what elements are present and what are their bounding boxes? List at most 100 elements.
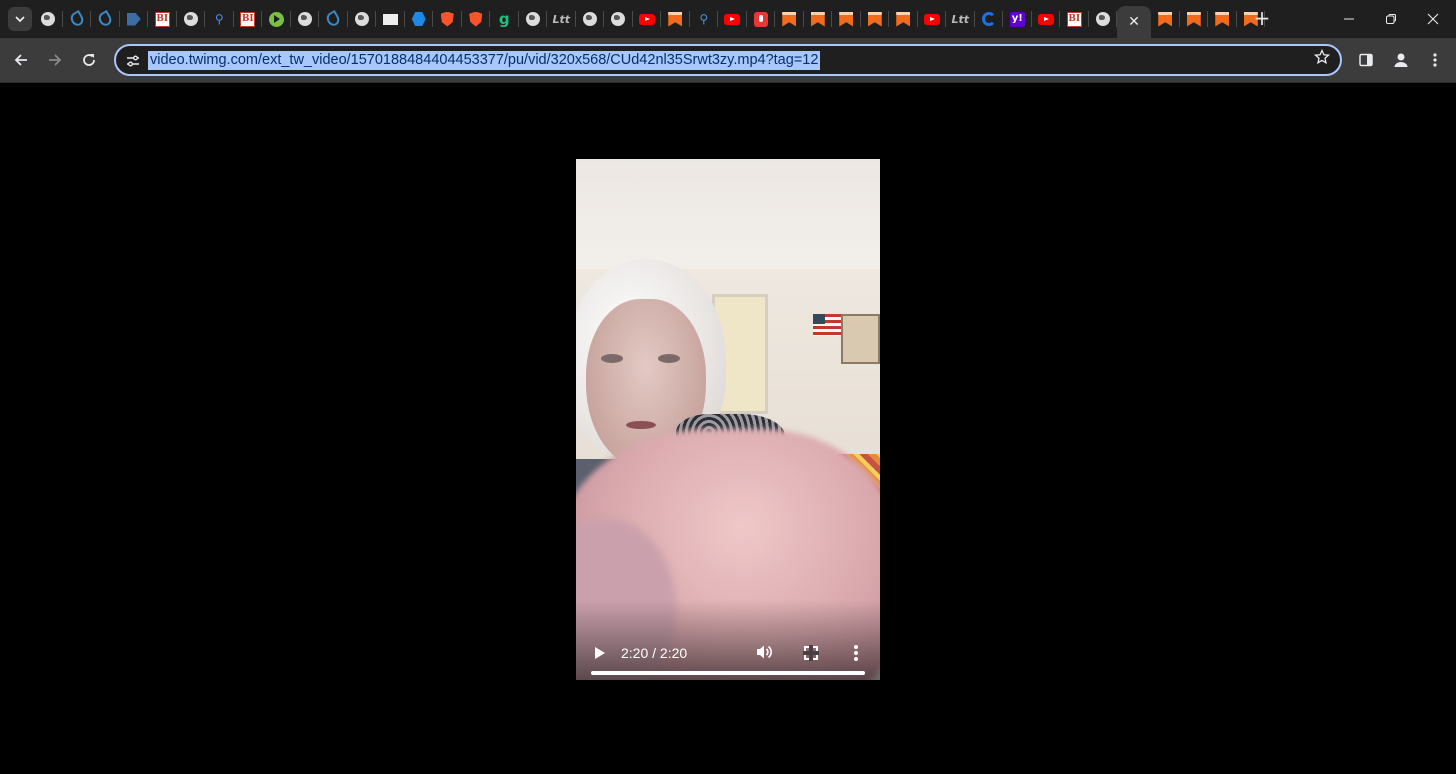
progress-bar[interactable] bbox=[591, 671, 865, 675]
yahoo-icon: y! bbox=[1009, 11, 1025, 27]
tab[interactable]: Ltt bbox=[547, 0, 576, 38]
close-icon[interactable]: ✕ bbox=[1126, 14, 1142, 30]
tab[interactable] bbox=[376, 0, 405, 38]
tab[interactable] bbox=[576, 0, 605, 38]
tab[interactable] bbox=[747, 0, 776, 38]
tab[interactable]: ⚲ bbox=[690, 0, 719, 38]
chevron-down-icon bbox=[15, 16, 25, 23]
tab[interactable] bbox=[804, 0, 833, 38]
play-button[interactable] bbox=[594, 646, 608, 660]
tab[interactable] bbox=[1180, 0, 1209, 38]
tab[interactable] bbox=[633, 0, 662, 38]
tab[interactable] bbox=[918, 0, 947, 38]
tab-search-button[interactable] bbox=[8, 7, 32, 31]
tab[interactable]: g bbox=[490, 0, 519, 38]
globe-icon bbox=[611, 12, 626, 26]
tab[interactable] bbox=[604, 0, 633, 38]
leaf-icon bbox=[96, 9, 114, 29]
avatar-icon bbox=[1394, 53, 1408, 67]
restore-button[interactable] bbox=[1368, 0, 1414, 38]
bi-icon: BI bbox=[1066, 11, 1082, 27]
tab[interactable] bbox=[832, 0, 861, 38]
tab[interactable] bbox=[34, 0, 63, 38]
side-panel-button[interactable] bbox=[1353, 47, 1379, 73]
url-text[interactable]: video.twimg.com/ext_tw_video/15701884844… bbox=[148, 51, 821, 70]
reload-button[interactable] bbox=[76, 47, 102, 73]
reload-icon bbox=[83, 54, 95, 66]
bookmark-star-icon[interactable] bbox=[1313, 48, 1331, 70]
tab[interactable]: y! bbox=[1003, 0, 1032, 38]
tab-active[interactable]: ✕ bbox=[1117, 6, 1151, 38]
youtube-icon bbox=[724, 13, 741, 25]
tab[interactable]: BI bbox=[1060, 0, 1089, 38]
window-close-button[interactable] bbox=[1410, 0, 1456, 38]
globe-icon bbox=[354, 12, 369, 26]
eth-icon: Ltt bbox=[552, 12, 571, 26]
tab[interactable] bbox=[889, 0, 918, 38]
tab[interactable]: Ltt bbox=[946, 0, 975, 38]
tab[interactable] bbox=[661, 0, 690, 38]
tab[interactable] bbox=[1208, 0, 1237, 38]
new-tab-button[interactable]: + bbox=[1252, 8, 1272, 28]
tab[interactable] bbox=[405, 0, 434, 38]
back-button[interactable] bbox=[8, 47, 34, 73]
bi-icon: BI bbox=[154, 11, 170, 27]
address-bar[interactable]: video.twimg.com/ext_tw_video/15701884844… bbox=[114, 44, 1342, 76]
bookmark-icon bbox=[668, 11, 683, 27]
play-circle-icon bbox=[268, 11, 284, 27]
bookmark-icon bbox=[1158, 11, 1173, 27]
tab[interactable] bbox=[1151, 0, 1180, 38]
volume-button[interactable] bbox=[756, 644, 776, 662]
globe-icon bbox=[41, 12, 56, 26]
bookmark-icon bbox=[867, 11, 882, 27]
c-icon bbox=[981, 12, 996, 26]
video-player[interactable]: 2:20 / 2:20 bbox=[576, 159, 880, 680]
toolbar: video.twimg.com/ext_tw_video/15701884844… bbox=[0, 38, 1456, 83]
tab[interactable]: BI bbox=[234, 0, 263, 38]
tab[interactable] bbox=[291, 0, 320, 38]
tab[interactable]: BI bbox=[148, 0, 177, 38]
tab[interactable] bbox=[120, 0, 149, 38]
tab[interactable] bbox=[718, 0, 747, 38]
youtube-icon bbox=[923, 13, 940, 25]
tab[interactable] bbox=[262, 0, 291, 38]
side-panel-icon bbox=[1359, 53, 1373, 67]
tab[interactable] bbox=[1089, 0, 1118, 38]
progress-fill bbox=[591, 671, 865, 675]
forward-button[interactable] bbox=[42, 47, 68, 73]
video-controls bbox=[576, 600, 880, 680]
video-frame bbox=[576, 159, 880, 279]
fullscreen-button[interactable] bbox=[803, 645, 819, 661]
tab[interactable] bbox=[1032, 0, 1061, 38]
tab[interactable] bbox=[775, 0, 804, 38]
hexagon-icon bbox=[411, 12, 426, 26]
globe-icon bbox=[297, 12, 312, 26]
tab[interactable] bbox=[348, 0, 377, 38]
tab[interactable] bbox=[319, 0, 348, 38]
tab[interactable] bbox=[177, 0, 206, 38]
tab[interactable]: ⚲ bbox=[205, 0, 234, 38]
more-options-button[interactable] bbox=[854, 645, 858, 661]
tab[interactable] bbox=[462, 0, 491, 38]
menu-button[interactable] bbox=[1422, 47, 1448, 73]
volume-icon bbox=[757, 645, 772, 659]
bookmark-icon bbox=[839, 11, 854, 27]
tab[interactable] bbox=[975, 0, 1004, 38]
bi-icon: BI bbox=[240, 11, 256, 27]
profile-button[interactable] bbox=[1388, 47, 1414, 73]
bookmark-icon bbox=[896, 11, 911, 27]
youtube-icon bbox=[1037, 13, 1054, 25]
site-info-icon[interactable] bbox=[124, 52, 142, 70]
tab[interactable] bbox=[63, 0, 92, 38]
globe-icon bbox=[183, 12, 198, 26]
tab-strip: BI ⚲ BI g Ltt ⚲ Ltt y! BI ✕ + bbox=[0, 0, 1456, 38]
flag-icon bbox=[126, 12, 141, 26]
tab[interactable] bbox=[91, 0, 120, 38]
tab[interactable] bbox=[861, 0, 890, 38]
tab[interactable] bbox=[519, 0, 548, 38]
minimize-icon bbox=[1344, 18, 1354, 20]
globe-icon bbox=[525, 12, 540, 26]
tab[interactable] bbox=[433, 0, 462, 38]
search-icon: ⚲ bbox=[699, 12, 709, 26]
minimize-button[interactable] bbox=[1326, 0, 1372, 38]
